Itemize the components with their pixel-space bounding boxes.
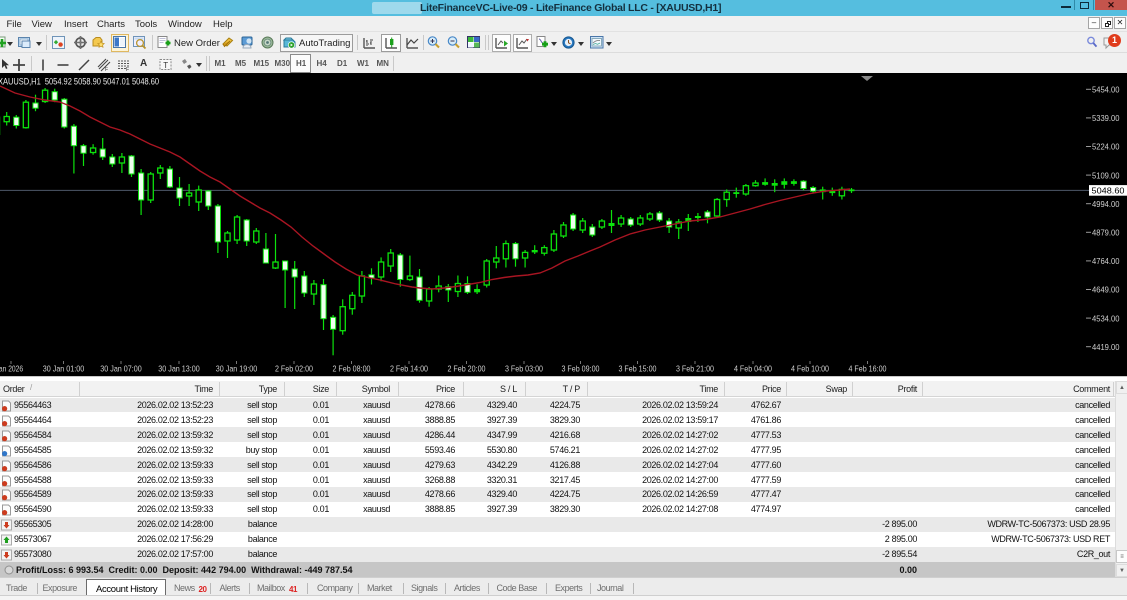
svg-text:4764.00: 4764.00	[1092, 256, 1120, 266]
svg-text:2 Feb 14:00: 2 Feb 14:00	[390, 364, 428, 374]
svg-text:4 Feb 10:00: 4 Feb 10:00	[791, 364, 829, 374]
svg-text:5109.00: 5109.00	[1092, 170, 1120, 180]
svg-text:F: F	[105, 67, 108, 72]
svg-text:XAUUSD,H1 5054.92 5058.90 504: XAUUSD,H1 5054.92 5058.90 5047.01 5048.6…	[0, 77, 159, 87]
svg-text:3 Feb 21:00: 3 Feb 21:00	[676, 364, 714, 374]
svg-text:4994.00: 4994.00	[1092, 199, 1120, 209]
svg-text:F: F	[126, 67, 129, 72]
svg-text:3 Feb 03:00: 3 Feb 03:00	[505, 364, 543, 374]
svg-text:5454.00: 5454.00	[1092, 85, 1120, 95]
svg-text:3 Feb 09:00: 3 Feb 09:00	[562, 364, 600, 374]
svg-text:4649.00: 4649.00	[1092, 285, 1120, 295]
svg-text:2 Feb 02:00: 2 Feb 02:00	[275, 364, 313, 374]
svg-text:30 Jan 07:00: 30 Jan 07:00	[100, 364, 142, 374]
svg-text:5224.00: 5224.00	[1092, 142, 1120, 152]
svg-text:30 Jan 19:00: 30 Jan 19:00	[216, 364, 258, 374]
svg-text:4 Feb 16:00: 4 Feb 16:00	[849, 364, 887, 374]
svg-text:T: T	[163, 60, 168, 69]
svg-text:2 Feb 20:00: 2 Feb 20:00	[448, 364, 486, 374]
svg-text:30 Jan 13:00: 30 Jan 13:00	[158, 364, 200, 374]
svg-text:5339.00: 5339.00	[1092, 113, 1120, 123]
svg-text:4879.00: 4879.00	[1092, 228, 1120, 238]
svg-text:5048.60: 5048.60	[1092, 186, 1125, 196]
svg-text:an 2026: an 2026	[0, 364, 23, 374]
svg-text:4419.00: 4419.00	[1092, 342, 1120, 352]
svg-text:4534.00: 4534.00	[1092, 313, 1120, 323]
svg-text:3 Feb 15:00: 3 Feb 15:00	[619, 364, 657, 374]
svg-text:30 Jan 01:00: 30 Jan 01:00	[43, 364, 85, 374]
svg-text:4 Feb 04:00: 4 Feb 04:00	[734, 364, 772, 374]
svg-text:2 Feb 08:00: 2 Feb 08:00	[333, 364, 371, 374]
